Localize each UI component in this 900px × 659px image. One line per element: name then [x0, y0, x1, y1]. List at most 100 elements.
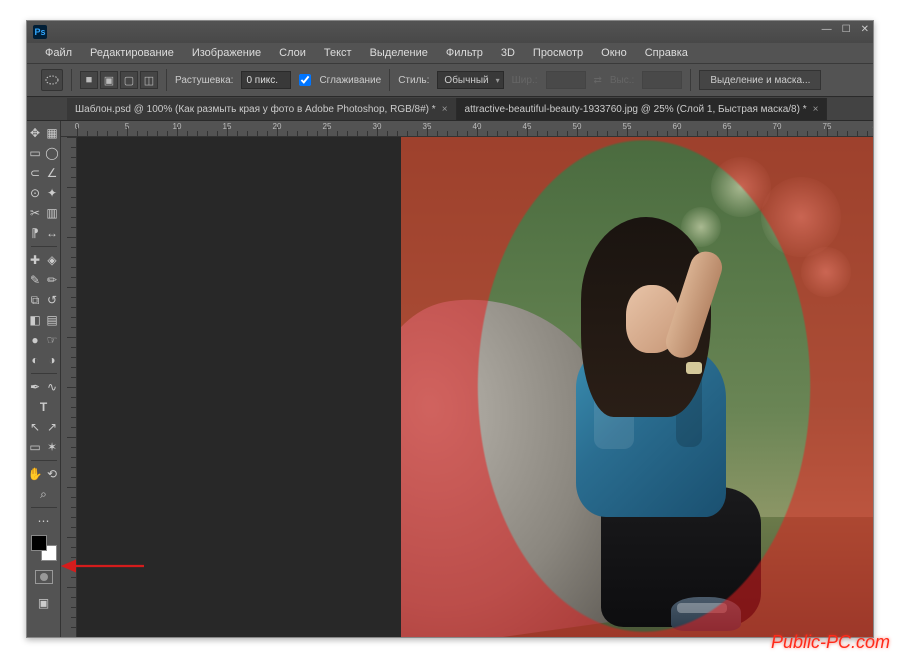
foreground-color-icon[interactable]: [31, 535, 47, 551]
pen-tool-icon[interactable]: ✒: [28, 380, 43, 395]
lasso-tool-icon[interactable]: ⊂: [28, 166, 43, 181]
separator: [166, 69, 167, 91]
menu-help[interactable]: Справка: [637, 45, 696, 61]
workarea: ✥▦ ▭◯ ⊂∠ ⊙✦ ✂▥ ⁋↔ ✚◈ ✎✏ ⧉↺ ◧▤ ●☞ ◐◑ ✒∿ T…: [27, 121, 873, 637]
window-controls[interactable]: — ☐ ✕: [822, 24, 869, 35]
eraser-tool-icon[interactable]: ◧: [28, 313, 43, 328]
canvas-area[interactable]: 05101520253035404550556065707580: [61, 121, 873, 637]
tab-document-1[interactable]: Шаблон.psd @ 100% (Как размыть края у фо…: [67, 98, 457, 120]
magic-wand-tool-icon[interactable]: ✦: [45, 186, 60, 201]
separator: [389, 69, 390, 91]
custom-shape-tool-icon[interactable]: ✶: [45, 440, 60, 455]
swap-icon: ⇄: [594, 75, 602, 86]
menu-window[interactable]: Окно: [593, 45, 635, 61]
rotate-view-tool-icon[interactable]: ⟲: [45, 467, 60, 482]
menu-edit[interactable]: Редактирование: [82, 45, 182, 61]
document-canvas[interactable]: [401, 137, 873, 637]
color-swatch[interactable]: [31, 535, 57, 561]
menu-image[interactable]: Изображение: [184, 45, 269, 61]
hand-tool-icon[interactable]: ✋: [28, 467, 43, 482]
artboard-tool-icon[interactable]: ▦: [45, 126, 60, 141]
minimize-icon[interactable]: —: [822, 24, 832, 35]
burn-tool-icon[interactable]: ◑: [45, 353, 60, 368]
healing-tool-icon[interactable]: ✚: [28, 253, 43, 268]
photoshop-logo-icon: Ps: [33, 25, 47, 39]
watermark: Public-PC.com: [771, 632, 890, 653]
vertical-ruler: [61, 137, 77, 637]
menu-3d[interactable]: 3D: [493, 45, 523, 61]
width-label: Шир.:: [512, 75, 538, 86]
horizontal-ruler: 05101520253035404550556065707580: [61, 121, 873, 137]
gradient-tool-icon[interactable]: ▤: [45, 313, 60, 328]
rect-marquee-tool-icon[interactable]: ▭: [28, 146, 43, 161]
tool-divider: [31, 246, 57, 247]
shape-tool-icon[interactable]: ▭: [28, 440, 43, 455]
move-tool-icon[interactable]: ✥: [28, 126, 43, 141]
menu-select[interactable]: Выделение: [362, 45, 436, 61]
tab-document-2[interactable]: attractive-beautiful-beauty-1933760.jpg …: [457, 98, 828, 120]
app-window: Ps — ☐ ✕ Файл Редактирование Изображение…: [26, 20, 874, 638]
selection-add-icon[interactable]: ▣: [100, 71, 118, 89]
path-select-tool-icon[interactable]: ↖: [28, 420, 43, 435]
brush-tool-icon[interactable]: ✎: [28, 273, 43, 288]
maximize-icon[interactable]: ☐: [842, 24, 851, 35]
quick-select-tool-icon[interactable]: ⊙: [28, 186, 43, 201]
eyedropper-tool-icon[interactable]: ⁋: [28, 226, 43, 241]
select-and-mask-button[interactable]: Выделение и маска...: [699, 70, 821, 90]
toolbox: ✥▦ ▭◯ ⊂∠ ⊙✦ ✂▥ ⁋↔ ✚◈ ✎✏ ⧉↺ ◧▤ ●☞ ◐◑ ✒∿ T…: [27, 121, 61, 637]
dodge-tool-icon[interactable]: ◐: [28, 353, 43, 368]
separator: [690, 69, 691, 91]
antialias-checkbox[interactable]: [299, 74, 311, 86]
tool-divider: [31, 373, 57, 374]
selection-intersect-icon[interactable]: ◫: [140, 71, 158, 89]
antialias-label: Сглаживание: [319, 75, 381, 86]
separator: [71, 69, 72, 91]
freeform-pen-tool-icon[interactable]: ∿: [45, 380, 60, 395]
slice-tool-icon[interactable]: ▥: [45, 206, 60, 221]
tab-label: attractive-beautiful-beauty-1933760.jpg …: [465, 104, 807, 115]
document-tabs: Шаблон.psd @ 100% (Как размыть края у фо…: [27, 97, 873, 121]
quick-mask-overlay: [401, 137, 873, 637]
clone-tool-icon[interactable]: ⧉: [28, 293, 43, 308]
tab-close-icon[interactable]: ×: [813, 104, 819, 115]
close-icon[interactable]: ✕: [861, 24, 869, 35]
direct-select-tool-icon[interactable]: ↗: [45, 420, 60, 435]
tab-close-icon[interactable]: ×: [442, 104, 448, 115]
ellipse-marquee-tool-icon[interactable]: ◯: [45, 146, 60, 161]
menubar: Файл Редактирование Изображение Слои Тек…: [27, 43, 873, 63]
feather-input[interactable]: [241, 71, 291, 89]
width-input: [546, 71, 586, 89]
menu-layers[interactable]: Слои: [271, 45, 314, 61]
selection-subtract-icon[interactable]: ▢: [120, 71, 138, 89]
edit-toolbar-icon[interactable]: ⋯: [36, 514, 51, 529]
poly-lasso-tool-icon[interactable]: ∠: [45, 166, 60, 181]
type-tool-icon[interactable]: T: [36, 400, 51, 415]
menu-text[interactable]: Текст: [316, 45, 360, 61]
selection-new-icon[interactable]: ■: [80, 71, 98, 89]
blur-tool-icon[interactable]: ●: [28, 333, 43, 348]
tool-divider: [31, 460, 57, 461]
menu-filter[interactable]: Фильтр: [438, 45, 491, 61]
menu-file[interactable]: Файл: [37, 45, 80, 61]
zoom-tool-icon[interactable]: ⌕: [36, 487, 51, 502]
current-tool-icon[interactable]: [41, 69, 63, 91]
patch-tool-icon[interactable]: ◈: [45, 253, 60, 268]
history-brush-tool-icon[interactable]: ↺: [45, 293, 60, 308]
tab-label: Шаблон.psd @ 100% (Как размыть края у фо…: [75, 104, 436, 115]
screen-mode-icon[interactable]: ▣: [36, 596, 51, 611]
selection-mode-group: ■ ▣ ▢ ◫: [80, 71, 158, 89]
quick-mask-toggle-icon[interactable]: [35, 570, 53, 584]
menu-view[interactable]: Просмотр: [525, 45, 591, 61]
height-label: Выс.:: [610, 75, 634, 86]
smudge-tool-icon[interactable]: ☞: [45, 333, 60, 348]
tool-divider: [31, 507, 57, 508]
ruler-tool-icon[interactable]: ↔: [45, 226, 60, 241]
options-bar: ■ ▣ ▢ ◫ Растушевка: Сглаживание Стиль: О…: [27, 63, 873, 97]
crop-tool-icon[interactable]: ✂: [28, 206, 43, 221]
titlebar: Ps — ☐ ✕: [27, 21, 873, 43]
pencil-tool-icon[interactable]: ✏: [45, 273, 60, 288]
style-dropdown[interactable]: Обычный: [437, 71, 503, 89]
height-input: [642, 71, 682, 89]
style-label: Стиль:: [398, 75, 429, 86]
feather-label: Растушевка:: [175, 75, 233, 86]
